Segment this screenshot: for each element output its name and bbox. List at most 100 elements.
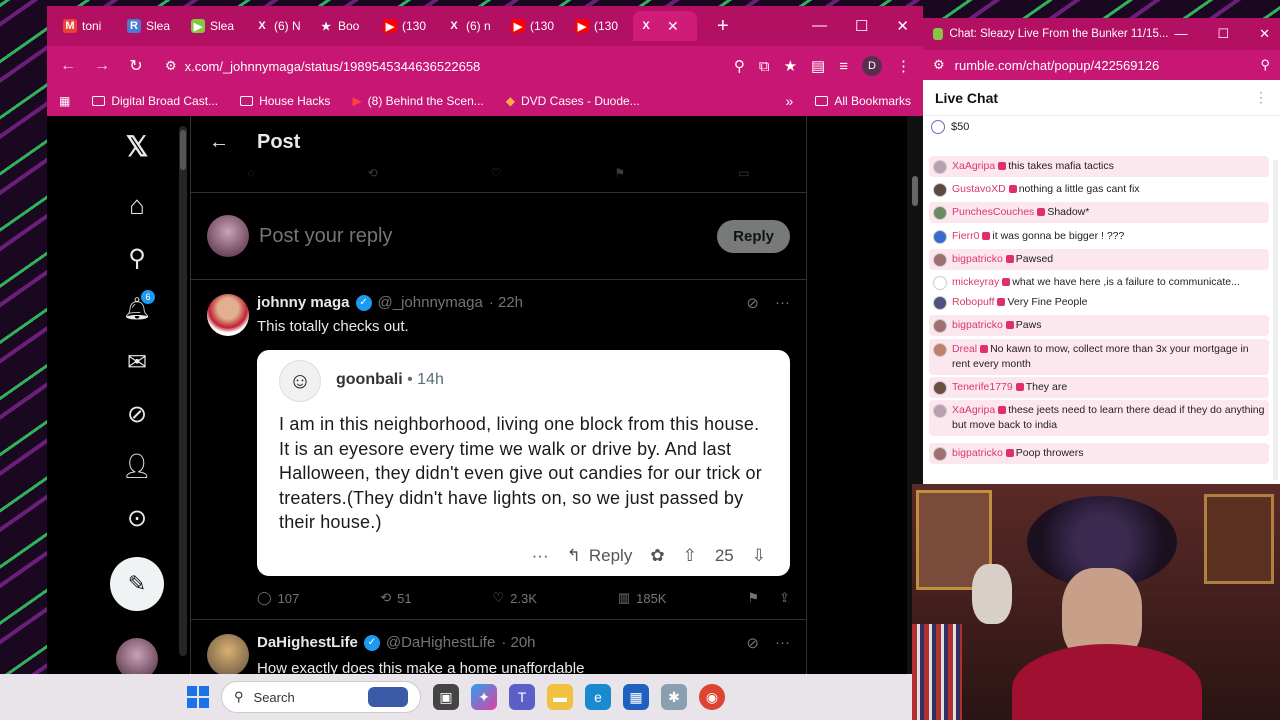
chat-avatar[interactable] [933,206,947,220]
account-avatar[interactable] [97,638,177,674]
chat-username[interactable]: Fierr0 [952,230,979,242]
embedded-screenshot[interactable]: ☺ goonbali • 14h I am in this neighborho… [257,350,790,576]
chat-message[interactable]: Fierr0 it was gonna be bigger ! ??? [929,226,1269,247]
browser-tab[interactable]: ★ Boo [313,11,377,41]
chat-avatar[interactable] [933,183,947,197]
browser-tab[interactable]: R Slea [121,11,185,41]
messages-icon[interactable]: ✉ [97,348,177,377]
chat-message[interactable]: bigpatricko Paws [929,315,1269,336]
notifications-icon[interactable]: 🔔︎ 6 [97,290,177,322]
chat-message[interactable]: Robopuff Very Fine People [929,292,1269,313]
chat-avatar[interactable] [933,319,947,333]
store-icon[interactable]: ▦ [623,684,649,710]
explore-search-icon[interactable]: ⚲ [97,244,177,273]
apps-icon[interactable]: ▦ [59,94,70,108]
chat-message[interactable]: Dreal No kawn to mow, collect more than 3… [929,339,1269,375]
more-bookmarks-icon[interactable]: » [786,93,794,109]
browser-tab[interactable]: ▶ (130 [505,11,569,41]
reply-count[interactable]: ◯ 107 [257,590,299,606]
more-options-icon[interactable]: ··· [775,634,790,652]
tab-close-icon[interactable]: ✕ [667,18,679,35]
chat-avatar[interactable] [933,160,947,174]
bookmark-item[interactable]: House Hacks [240,94,330,108]
avatar[interactable] [207,294,249,336]
bookmark-star-icon[interactable]: ★ [784,57,797,75]
profile-avatar[interactable]: D [862,56,882,76]
browser-tab[interactable]: X ✕ [633,11,697,41]
chat-username[interactable]: GustavoXD [952,183,1006,195]
more-options-icon[interactable]: ··· [775,294,790,312]
teams-icon[interactable]: T [509,684,535,710]
site-settings-icon[interactable]: ⚙ [933,57,945,73]
chat-avatar[interactable] [933,276,947,290]
reply-button[interactable]: Reply [717,219,790,253]
chat-username[interactable]: Dreal [952,343,977,355]
tweet-author-handle[interactable]: @DaHighestLife [386,634,495,651]
home-icon[interactable]: ⌂ [97,190,177,221]
bookmark-item[interactable]: ◆ DVD Cases - Duode... [506,94,640,108]
chat-username[interactable]: mickeyray [952,276,999,288]
windows-start-icon[interactable] [187,686,209,708]
forward-icon[interactable]: → [93,57,111,75]
chat-avatar[interactable] [933,404,947,418]
site-settings-icon[interactable]: ⚙ [165,58,177,74]
reply-input[interactable]: Post your reply [259,225,392,248]
chat-message[interactable]: bigpatricko Poop throwers [929,443,1269,464]
tweet-author-handle[interactable]: @_johnnymaga [378,294,483,311]
chat-username[interactable]: XaAgripa [952,404,995,416]
browser-tab[interactable]: ▶ (130 [377,11,441,41]
grok-icon[interactable]: ⊘ [746,294,759,312]
tweet-time[interactable]: · 20h [501,634,535,651]
chat-message[interactable]: XaAgripa these jeets need to learn there … [929,400,1269,436]
tweet[interactable]: DaHighestLife ✓ @DaHighestLife · 20h ⊘ ·… [191,620,806,674]
like-count[interactable]: ♡ 2.3K [492,590,536,606]
more-icon[interactable]: ⊙ [97,504,177,533]
chat-avatar[interactable] [933,296,947,310]
chat-address-bar[interactable]: ⚙ rumble.com/chat/popup/422569126 ⚲ [923,50,1280,80]
grok-icon[interactable]: ⊘ [746,634,759,652]
search-icon[interactable]: ⚲ [1260,57,1270,73]
browser-tab[interactable]: ▶ (130 [569,11,633,41]
chat-message[interactable]: bigpatricko Pawsed [929,249,1269,270]
chat-username[interactable]: bigpatricko [952,319,1003,331]
chat-username[interactable]: bigpatricko [952,253,1003,265]
close-icon[interactable]: ✕ [896,17,909,35]
chat-message[interactable]: mickeyray what we have here ,is a failure… [929,272,1269,293]
minimize-icon[interactable]: — [812,17,827,35]
share-icon[interactable]: ⇪ [779,590,790,606]
chat-avatar[interactable] [933,447,947,461]
chat-scrollbar[interactable] [1273,160,1278,480]
cast-icon[interactable]: ⧉ [759,58,770,75]
app-icon[interactable]: ✱ [661,684,687,710]
reading-mode-icon[interactable]: ▤ [811,57,825,75]
all-bookmarks[interactable]: All Bookmarks [815,94,911,108]
tweet-author-name[interactable]: johnny maga [257,294,350,311]
minimize-icon[interactable]: — [1174,26,1187,42]
bookmark-icon[interactable]: ⚑ [747,590,759,606]
chat-username[interactable]: PunchesCouches [952,206,1034,218]
tweet-time[interactable]: · 22h [489,294,523,311]
back-icon[interactable]: ← [59,57,77,75]
chat-username[interactable]: XaAgripa [952,160,995,172]
view-count[interactable]: ▥ 185K [618,590,667,606]
taskbar-search[interactable]: ⚲ Search [221,681,421,713]
browser-tab[interactable]: X (6) n [441,11,505,41]
media-control-icon[interactable]: ≡ [839,58,848,75]
bookmark-item[interactable]: Digital Broad Cast... [92,94,218,108]
chat-menu-icon[interactable]: ⋮ [1254,89,1268,106]
reload-icon[interactable]: ↻ [127,56,145,76]
new-tab-icon[interactable]: + [717,15,729,38]
tweet-author-name[interactable]: DaHighestLife [257,634,358,651]
file-explorer-icon[interactable]: ▬ [547,684,573,710]
zoom-icon[interactable]: ⚲ [734,57,745,75]
chat-avatar[interactable] [933,381,947,395]
chat-message[interactable]: PunchesCouches Shadow* [929,202,1269,223]
chat-message[interactable]: XaAgripa this takes mafia tactics [929,156,1269,177]
back-arrow-icon[interactable]: ← [209,131,229,154]
compose-post-button[interactable]: ✎ [97,557,177,611]
tweet[interactable]: johnny maga ✓ @_johnnymaga · 22h ⊘ ··· T… [191,280,806,620]
maximize-icon[interactable]: ☐ [855,17,868,35]
bookmark-item[interactable]: ▶ (8) Behind the Scen... [352,94,483,108]
x-logo-icon[interactable]: 𝕏 [97,130,177,163]
browser-tab[interactable]: X (6) N [249,11,313,41]
